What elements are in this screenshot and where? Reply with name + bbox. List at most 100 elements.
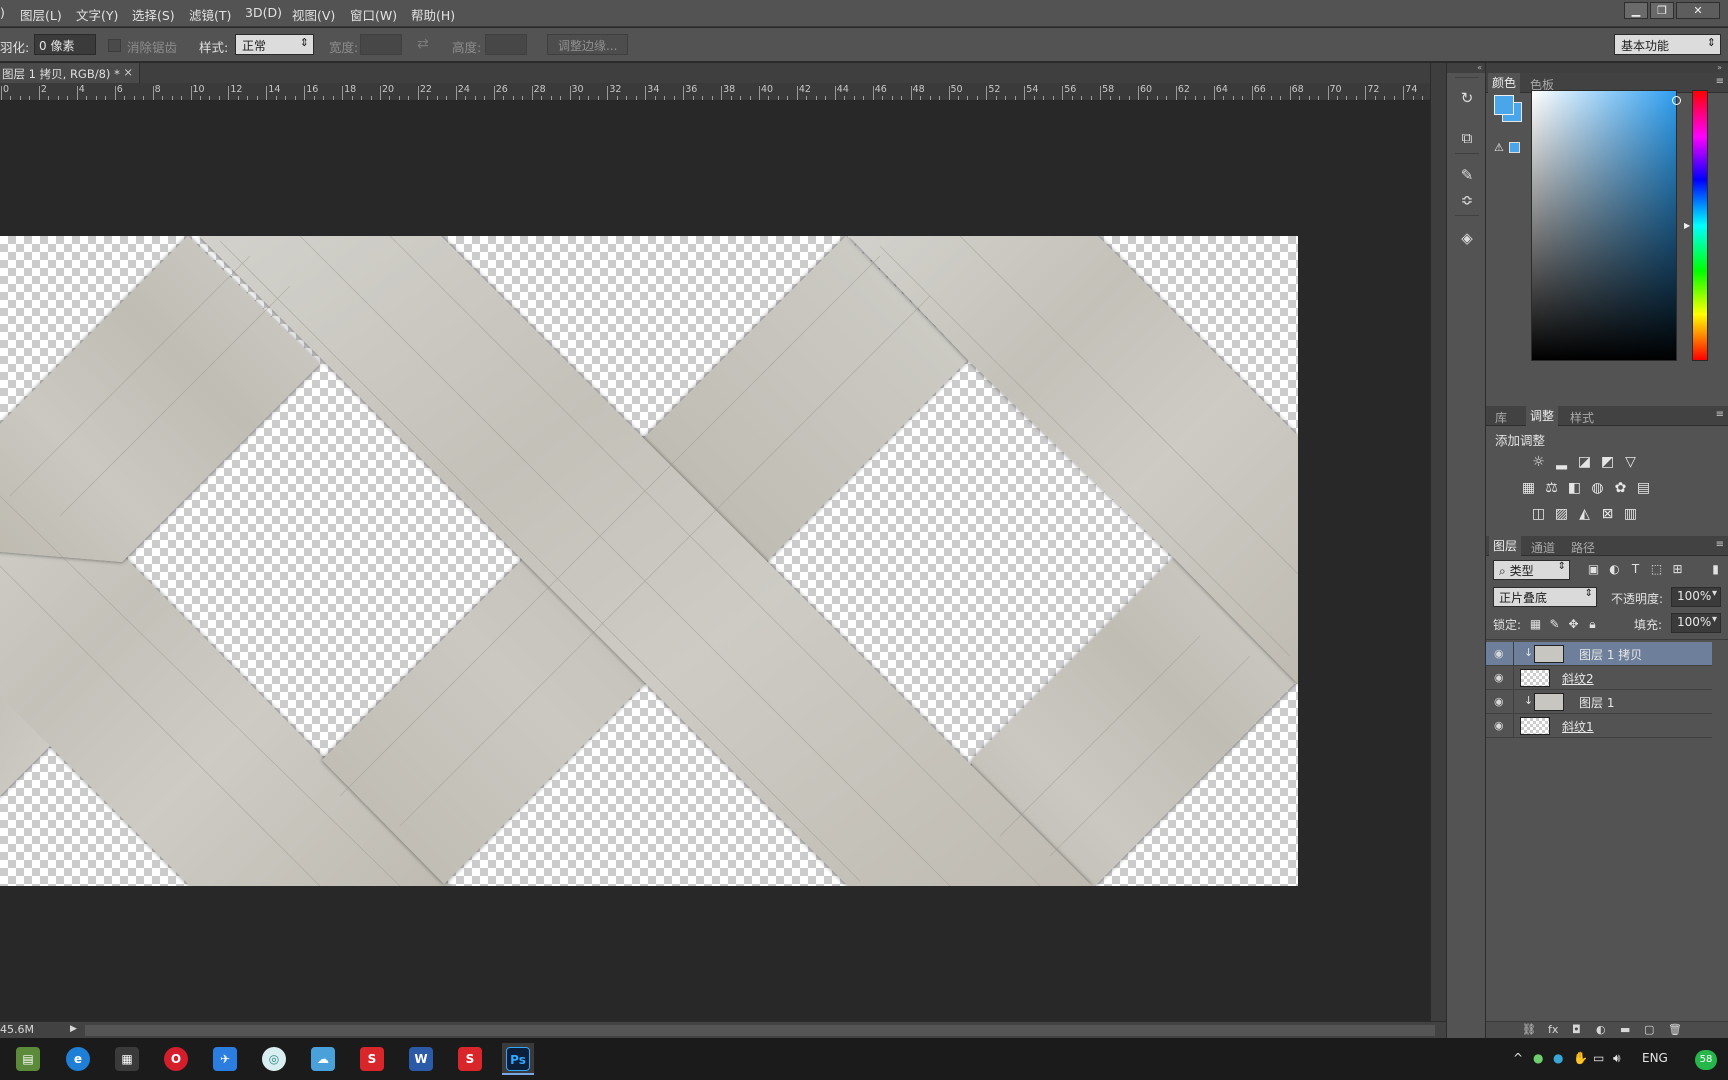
layer-thumbnail[interactable] bbox=[1534, 693, 1564, 711]
layer-name[interactable]: 斜纹1 bbox=[1562, 718, 1594, 735]
vibrance-icon[interactable]: ▽ bbox=[1622, 454, 1639, 471]
gamut-warning-icon[interactable]: ⚠ bbox=[1494, 141, 1504, 154]
menu-filter[interactable]: 滤镜(T) bbox=[189, 5, 231, 24]
exposure-icon[interactable]: ◩ bbox=[1599, 454, 1616, 471]
menu-view[interactable]: 视图(V) bbox=[292, 5, 335, 24]
fx-icon[interactable]: fx bbox=[1548, 1023, 1558, 1036]
menu-window[interactable]: 窗口(W) bbox=[350, 5, 397, 24]
lock-pixels-icon[interactable]: ✎ bbox=[1547, 617, 1562, 632]
wechat-icon[interactable]: ● bbox=[1533, 1051, 1543, 1065]
add-mask-icon[interactable]: ◘ bbox=[1572, 1023, 1581, 1036]
input-method-icon[interactable]: ✋ bbox=[1573, 1051, 1588, 1065]
language-indicator[interactable]: ENG bbox=[1642, 1051, 1668, 1065]
panel-menu-icon[interactable]: ≡ bbox=[1716, 76, 1724, 87]
panel-menu-icon[interactable]: ≡ bbox=[1716, 539, 1724, 550]
layer-filter-select[interactable]: ⌕ 类型 ⇕ bbox=[1493, 560, 1570, 580]
height-input[interactable] bbox=[485, 34, 527, 55]
filter-type-icon[interactable]: T bbox=[1628, 562, 1643, 577]
history-icon[interactable]: ↻ bbox=[1456, 87, 1478, 109]
tab-libraries[interactable]: 库 bbox=[1495, 409, 1507, 426]
trash-icon[interactable]: 🗑︎ bbox=[1668, 1023, 1682, 1036]
color-lookup-icon[interactable]: ▤ bbox=[1635, 480, 1652, 497]
style-select[interactable]: 正常 ⇕ bbox=[235, 34, 314, 55]
photoshop-app[interactable]: Ps bbox=[502, 1043, 534, 1075]
width-input[interactable] bbox=[360, 34, 402, 55]
filter-pixel-icon[interactable]: ▣ bbox=[1586, 562, 1601, 577]
feather-input[interactable]: 0 像素 bbox=[34, 34, 96, 55]
refine-edge-button[interactable]: 调整边缘... bbox=[547, 34, 629, 55]
document-canvas[interactable] bbox=[0, 236, 1298, 886]
eye-icon[interactable]: ◉ bbox=[1494, 647, 1504, 660]
layer-row[interactable]: ◉ ↓ 图层 1 bbox=[1486, 690, 1712, 714]
gradient-map-icon[interactable]: ▥ bbox=[1622, 506, 1639, 523]
blend-mode-select[interactable]: 正片叠底 ⇕ bbox=[1493, 587, 1597, 607]
volume-icon[interactable]: 🔊︎ bbox=[1613, 1051, 1621, 1066]
network-icon[interactable]: ▭ bbox=[1593, 1051, 1604, 1065]
word-app[interactable]: W bbox=[405, 1043, 437, 1075]
properties-icon[interactable]: ≎ bbox=[1456, 189, 1478, 211]
document-tab[interactable]: 图层 1 拷贝, RGB/8) * × bbox=[0, 63, 140, 83]
workspace-select[interactable]: 基本功能 ⇕ bbox=[1614, 34, 1721, 55]
close-tab-icon[interactable]: × bbox=[123, 65, 133, 79]
layer-comps-icon[interactable]: ⧉ bbox=[1456, 127, 1478, 149]
menu-partial[interactable]: ) bbox=[0, 5, 5, 20]
play-icon[interactable]: ▶ bbox=[70, 1024, 77, 1034]
hue-slider-marker-icon[interactable]: ▶ bbox=[1684, 221, 1690, 230]
calculator-app[interactable]: ▦ bbox=[111, 1043, 143, 1075]
lock-transparent-icon[interactable]: ▦ bbox=[1528, 617, 1543, 632]
minimize-button[interactable]: ▁ bbox=[1624, 2, 1648, 19]
menu-layer[interactable]: 图层(L) bbox=[20, 5, 62, 24]
posterize-icon[interactable]: ▨ bbox=[1553, 506, 1570, 523]
tab-color[interactable]: 颜色 bbox=[1488, 73, 1521, 93]
eye-icon[interactable]: ◉ bbox=[1494, 695, 1504, 708]
menu-3d[interactable]: 3D(D) bbox=[245, 5, 282, 20]
layer-row[interactable]: ◉ 斜纹2 bbox=[1486, 666, 1712, 690]
brightness-icon[interactable]: ☼ bbox=[1530, 454, 1547, 471]
layer-thumbnail[interactable] bbox=[1520, 669, 1550, 687]
selective-color-icon[interactable]: ⊠ bbox=[1599, 506, 1616, 523]
layer-row[interactable]: ◉ ↓ 图层 1 拷贝 bbox=[1486, 642, 1712, 666]
tray-expand-icon[interactable]: ^ bbox=[1513, 1051, 1523, 1065]
edge-app[interactable]: e bbox=[62, 1043, 94, 1075]
feishu-app[interactable]: ✈ bbox=[209, 1043, 241, 1075]
horizontal-ruler[interactable]: 0 2 4 6 8 10 12 14 16 18 20 22 24 26 28 30 32 34 36 38 40 42 4… bbox=[0, 83, 1430, 101]
filter-adjustment-icon[interactable]: ◐ bbox=[1607, 562, 1622, 577]
web-safe-swatch[interactable] bbox=[1509, 142, 1520, 153]
panel-menu-icon[interactable]: ≡ bbox=[1716, 409, 1724, 420]
hue-slider[interactable] bbox=[1692, 90, 1708, 361]
threshold-icon[interactable]: ◭ bbox=[1576, 506, 1593, 523]
black-white-icon[interactable]: ◧ bbox=[1566, 480, 1583, 497]
layer-thumbnail[interactable] bbox=[1534, 645, 1564, 663]
levels-icon[interactable]: ▂ bbox=[1553, 454, 1570, 471]
opera-app[interactable]: O bbox=[160, 1043, 192, 1075]
new-layer-icon[interactable]: ▢ bbox=[1644, 1023, 1654, 1036]
link-layers-icon[interactable]: ⛓ bbox=[1522, 1023, 1536, 1036]
file-manager-app[interactable]: ▤ bbox=[12, 1043, 44, 1075]
chevron-down-icon[interactable]: ▾ bbox=[1712, 614, 1717, 625]
foreground-color-swatch[interactable] bbox=[1494, 95, 1514, 115]
horizontal-scrollbar[interactable] bbox=[85, 1025, 1435, 1036]
antialias-checkbox[interactable] bbox=[108, 39, 121, 52]
sketchup-app[interactable]: S bbox=[356, 1043, 388, 1075]
3d-icon[interactable]: ◈ bbox=[1456, 227, 1478, 249]
sketchup-app-2[interactable]: S bbox=[454, 1043, 486, 1075]
restore-button[interactable]: ❐ bbox=[1650, 2, 1674, 19]
tab-paths[interactable]: 路径 bbox=[1571, 539, 1595, 556]
filter-toggle-icon[interactable]: ▮ bbox=[1708, 562, 1723, 577]
filter-smart-object-icon[interactable]: ⊞ bbox=[1670, 562, 1685, 577]
layer-name[interactable]: 图层 1 bbox=[1579, 694, 1614, 711]
filter-shape-icon[interactable]: ⬚ bbox=[1649, 562, 1664, 577]
notification-badge[interactable]: 58 bbox=[1695, 1050, 1717, 1070]
menu-type[interactable]: 文字(Y) bbox=[76, 5, 118, 24]
menu-help[interactable]: 帮助(H) bbox=[411, 5, 455, 24]
opacity-input[interactable]: 100% ▾ bbox=[1671, 587, 1721, 607]
lock-position-icon[interactable]: ✥ bbox=[1566, 617, 1581, 632]
layer-name[interactable]: 斜纹2 bbox=[1562, 670, 1594, 687]
tab-channels[interactable]: 通道 bbox=[1531, 539, 1555, 556]
brush-presets-icon[interactable]: ✎ bbox=[1456, 164, 1478, 186]
curves-icon[interactable]: ◪ bbox=[1576, 454, 1593, 471]
channel-mixer-icon[interactable]: ✿ bbox=[1612, 480, 1629, 497]
fill-input[interactable]: 100% ▾ bbox=[1671, 613, 1721, 633]
collapse-icon[interactable]: « bbox=[1447, 63, 1485, 73]
eye-icon[interactable]: ◉ bbox=[1494, 671, 1504, 684]
